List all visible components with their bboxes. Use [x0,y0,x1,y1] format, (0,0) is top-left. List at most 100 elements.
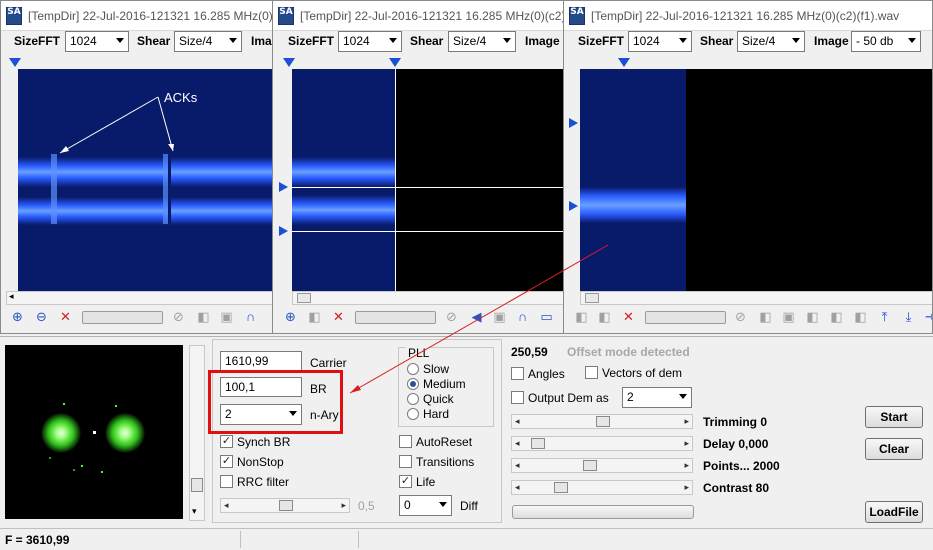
zoom-in-icon[interactable]: ⊕ [282,308,299,325]
position-slider[interactable] [645,311,726,324]
vectors-checkbox[interactable] [585,366,598,379]
synch-br-checkbox[interactable]: ✓ [220,435,233,448]
marker-down-icon[interactable] [389,58,401,67]
page-icon[interactable]: ◧ [195,308,212,325]
image-select[interactable]: - 50 db [851,31,921,52]
page-icon[interactable]: ◧ [573,308,590,325]
shear-select[interactable]: Size/4 [174,31,242,52]
waterfall-display[interactable]: ACKs [18,69,281,291]
slider-thumb[interactable] [583,460,597,471]
arrow-icon[interactable]: ⇥ [922,308,932,325]
slider-thumb[interactable] [596,416,610,427]
trimming-label: Trimming 0 [703,415,768,429]
scroll-thumb[interactable] [191,478,203,492]
pll-hard-radio[interactable] [407,408,419,420]
window-title-bar[interactable]: SA [TempDir] 22-Jul-2016-121321 16.285 M… [564,1,932,31]
page-icon[interactable]: ◧ [596,308,613,325]
marker-right-icon[interactable] [279,226,288,236]
marker-down-icon[interactable] [9,58,21,67]
transitions-checkbox[interactable] [399,455,412,468]
zoom-in-icon[interactable]: ⊕ [9,308,26,325]
shear-select[interactable]: Size/4 [448,31,516,52]
output-dem-select[interactable]: 2 [622,387,692,408]
pll-slow-radio[interactable] [407,363,419,375]
position-slider[interactable] [355,311,436,324]
nary-select[interactable]: 2 [220,404,302,425]
sizefft-select[interactable]: 1024 [628,31,692,52]
marker-right-icon[interactable] [569,118,578,128]
arrow-up-icon[interactable]: ⤒ [876,308,893,325]
constellation-display [5,345,183,519]
clear-button[interactable]: Clear [865,438,923,460]
start-button[interactable]: Start [865,406,923,428]
frame-icon[interactable]: ▣ [218,308,235,325]
contrast-slider[interactable]: ◂ ▸ [511,480,693,495]
scroll-thumb[interactable] [297,293,311,303]
disabled-icon[interactable]: ⊘ [170,308,187,325]
scroll-down-icon[interactable]: ▾ [192,506,197,517]
loadfile-button[interactable]: LoadFile [865,501,923,523]
delay-slider[interactable]: ◂ ▸ [511,436,693,451]
output-dem-checkbox[interactable] [511,391,524,404]
chevron-down-icon [503,38,511,43]
zoom-out-icon[interactable]: ⊖ [33,308,50,325]
arrow-down-icon[interactable]: ⤓ [900,308,917,325]
window-icon[interactable]: ▭ [538,308,555,325]
diff-select[interactable]: 0 [399,495,452,516]
life-checkbox[interactable]: ✓ [399,475,412,488]
image-label: Image [814,34,849,48]
nary-label: n-Ary [310,408,339,422]
chevron-down-icon [439,502,447,507]
image-label: Image [525,34,560,48]
carrier-input[interactable] [220,351,302,371]
points-slider[interactable]: ◂ ▸ [511,458,693,473]
speaker-icon[interactable]: ◀ [468,308,485,325]
marker-down-icon[interactable] [283,58,295,67]
scroll-thumb[interactable] [585,293,599,303]
rrc-filter-checkbox[interactable] [220,475,233,488]
slider-thumb[interactable] [531,438,545,449]
clear-marks-icon[interactable]: ✕ [620,308,637,325]
disabled-icon[interactable]: ⊘ [443,308,460,325]
window-title-bar[interactable]: SA [TempDir] 22-Jul-2016-121321 16.285 M… [273,1,563,31]
scroll-left-icon[interactable]: ◂ [9,291,14,302]
disabled-icon[interactable]: ⊘ [732,308,749,325]
shear-select[interactable]: Size/4 [737,31,805,52]
pll-medium-radio[interactable] [407,378,419,390]
sizefft-select[interactable]: 1024 [65,31,129,52]
page-icon[interactable]: ◧ [757,308,774,325]
frame-icon[interactable]: ▣ [780,308,797,325]
pll-quick-radio[interactable] [407,393,419,405]
waterfall-display[interactable] [580,69,932,291]
clear-marks-icon[interactable]: ✕ [330,308,347,325]
slider-thumb[interactable] [554,482,568,493]
frame-icon[interactable]: ▣ [491,308,508,325]
sizefft-select[interactable]: 1024 [338,31,402,52]
marker-down-icon[interactable] [618,58,630,67]
window-title-bar[interactable]: SA [TempDir] 22-Jul-2016-121321 16.285 M… [1,1,281,31]
curve-icon[interactable]: ∩ [242,308,259,325]
fft-toolbar: SizeFFT 1024 Shear Size/4 Image [1,31,281,53]
marker-right-icon[interactable] [569,201,578,211]
marker-right-icon[interactable] [279,182,288,192]
clear-marks-icon[interactable]: ✕ [57,308,74,325]
trimming-slider[interactable]: ◂ ▸ [511,414,693,429]
vertical-scrollbar[interactable]: ▾ [189,345,205,521]
page-icon[interactable]: ◧ [828,308,845,325]
page-icon[interactable]: ◧ [306,308,323,325]
page-icon[interactable]: ◧ [852,308,869,325]
position-slider[interactable] [82,311,163,324]
br-label: BR [310,382,327,396]
diff-label: Diff [460,499,478,513]
nonstop-checkbox[interactable]: ✓ [220,455,233,468]
waterfall-display[interactable] [292,69,563,291]
br-input[interactable] [220,377,302,397]
page-icon[interactable]: ◧ [804,308,821,325]
curve-icon[interactable]: ∩ [514,308,531,325]
rrc-slider[interactable]: ◂ ▸ [220,498,350,513]
sizefft-label: SizeFFT [14,34,61,48]
slider-thumb[interactable] [279,500,293,511]
pll-title: PLL [406,346,432,360]
autoreset-checkbox[interactable] [399,435,412,448]
angles-checkbox[interactable] [511,367,524,380]
